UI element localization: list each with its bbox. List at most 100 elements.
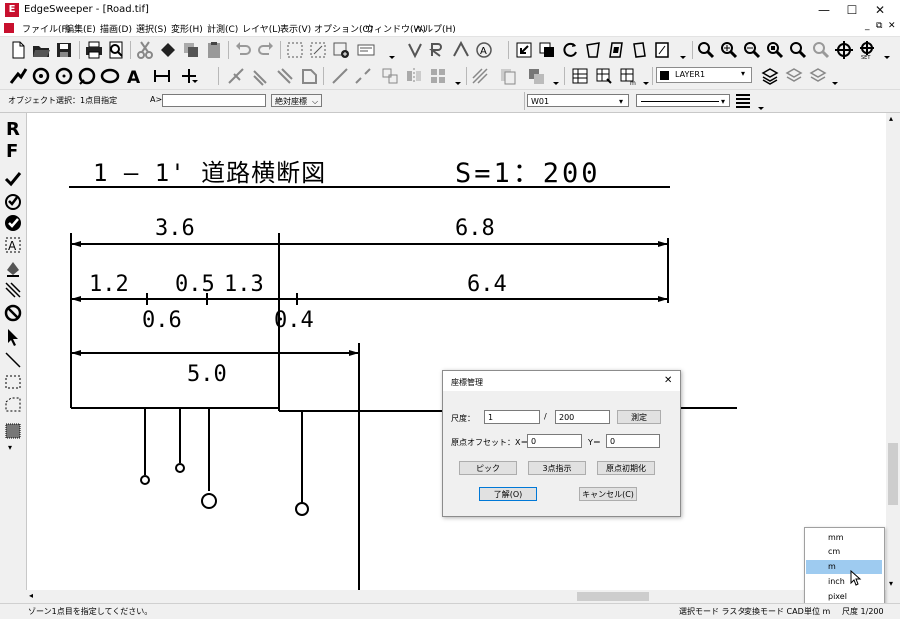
dialog-close-button[interactable]: ✕: [664, 375, 672, 386]
scroll-down-arrow-icon[interactable]: ▾: [889, 579, 893, 588]
hatch-select-icon[interactable]: [3, 280, 23, 300]
rect-select-icon[interactable]: [3, 372, 23, 392]
menu-select[interactable]: 選択(S): [136, 22, 167, 35]
offset-x-input[interactable]: 0: [527, 434, 582, 448]
dropdown-arrow-icon-7[interactable]: [826, 66, 846, 86]
menu-layer[interactable]: レイヤ(L): [242, 22, 281, 35]
zoom-window-icon[interactable]: [811, 40, 831, 60]
text-recognize-icon[interactable]: A: [474, 40, 494, 60]
pointer-icon[interactable]: [3, 327, 23, 347]
three-point-button[interactable]: 3点指示: [528, 461, 586, 475]
line-type-select[interactable]: ▾: [636, 94, 730, 107]
line-width-select[interactable]: W01 ▾: [527, 94, 629, 107]
vertical-scroll-thumb[interactable]: [888, 443, 898, 505]
properties-icon[interactable]: [356, 40, 376, 60]
scroll-up-arrow-icon[interactable]: ▴: [889, 114, 893, 123]
layer-off-icon[interactable]: [784, 66, 804, 86]
menu-help[interactable]: ヘルプ(H): [415, 22, 456, 35]
coord-mode-select[interactable]: 絶対座標 ⌵: [271, 94, 322, 107]
horizontal-scrollbar[interactable]: ◂: [27, 590, 886, 603]
check-icon[interactable]: [3, 169, 23, 189]
offset-icon[interactable]: [275, 66, 295, 86]
menu-measure[interactable]: 計測(C): [207, 22, 238, 35]
poly-select-icon[interactable]: [3, 395, 23, 415]
feature-mode-button[interactable]: F: [6, 141, 18, 162]
pick-button[interactable]: ピック: [459, 461, 517, 475]
hatch-icon[interactable]: [470, 66, 490, 86]
copy-icon[interactable]: [181, 40, 201, 60]
deskew-icon[interactable]: [629, 40, 649, 60]
paste-icon[interactable]: [204, 40, 224, 60]
circle-center-icon[interactable]: [31, 66, 51, 86]
zoom-fit-icon[interactable]: [765, 40, 785, 60]
corner-icon[interactable]: [299, 66, 319, 86]
zoom-icon[interactable]: [696, 40, 716, 60]
dropdown-arrow-icon-6[interactable]: [637, 66, 657, 86]
unit-option-m[interactable]: m: [806, 560, 882, 574]
vertex-tool-icon[interactable]: [405, 40, 425, 60]
redo-icon[interactable]: [256, 40, 276, 60]
array-icon[interactable]: [428, 66, 448, 86]
menu-view[interactable]: 表示(V): [280, 22, 311, 35]
rotate-icon[interactable]: [560, 40, 580, 60]
layer-table-icon[interactable]: [570, 66, 590, 86]
line-select-icon[interactable]: [3, 350, 23, 370]
print-preview-icon[interactable]: [106, 40, 126, 60]
layer-copy-icon[interactable]: [537, 40, 557, 60]
ok-button[interactable]: 了解(O): [479, 487, 537, 501]
polyline-icon[interactable]: [8, 66, 28, 86]
layer-stack-icon[interactable]: [498, 66, 518, 86]
scroll-left-arrow-icon[interactable]: ◂: [29, 591, 33, 600]
measure-button[interactable]: 測定: [617, 410, 661, 424]
page-icon[interactable]: [652, 40, 672, 60]
origin-reset-button[interactable]: 原点初期化: [597, 461, 655, 475]
layers-icon[interactable]: [760, 66, 780, 86]
vertical-scrollbar[interactable]: ▴ ▾: [886, 113, 900, 590]
menu-transform[interactable]: 変形(H): [171, 22, 203, 35]
doc-restore-button[interactable]: ⧉: [876, 21, 882, 31]
scale-numerator-input[interactable]: 1: [484, 410, 540, 424]
arc-tool-icon[interactable]: [451, 40, 471, 60]
unit-option-mm[interactable]: mm: [806, 531, 882, 545]
circle-3point-icon[interactable]: [54, 66, 74, 86]
scroll-down-icon[interactable]: ▾: [8, 443, 12, 452]
add-object-icon[interactable]: [331, 40, 351, 60]
check-badge-icon[interactable]: [3, 213, 23, 233]
cut-icon[interactable]: [135, 40, 155, 60]
eraser-icon[interactable]: [158, 40, 178, 60]
check-circle-icon[interactable]: [3, 191, 23, 211]
scale-denominator-input[interactable]: 200: [555, 410, 610, 424]
command-input[interactable]: [162, 94, 266, 107]
line-weight-icon[interactable]: [733, 91, 753, 111]
raster-edit-icon[interactable]: [428, 40, 448, 60]
menu-file[interactable]: ファイル(F): [22, 22, 70, 35]
set-origin-icon[interactable]: SET: [857, 40, 877, 61]
dropdown-arrow-icon-3[interactable]: [878, 40, 898, 60]
crosshair-icon[interactable]: [834, 40, 854, 60]
layer-select[interactable]: LAYER1 ▾: [656, 67, 752, 83]
horizontal-scroll-thumb[interactable]: [577, 592, 649, 601]
drawing-canvas[interactable]: 1 – 1' 道路横断図 S=1：200 3.6 6.8 1.2 0.5 1.3…: [27, 113, 886, 590]
select-all-icon[interactable]: [285, 40, 305, 60]
print-icon[interactable]: [84, 40, 104, 60]
line-icon[interactable]: [330, 66, 350, 86]
unit-option-cm[interactable]: cm: [806, 545, 882, 559]
unit-option-pixel[interactable]: pixel: [806, 590, 882, 604]
zoom-out-icon[interactable]: [742, 40, 762, 60]
select-window-icon[interactable]: [308, 40, 328, 60]
ellipse-icon[interactable]: [100, 66, 120, 86]
dimension-icon[interactable]: [152, 66, 172, 86]
zoom-in-icon[interactable]: [719, 40, 739, 60]
import-icon[interactable]: [514, 40, 534, 60]
doc-close-button[interactable]: ✕: [888, 21, 896, 31]
minimize-button[interactable]: —: [810, 2, 838, 18]
offset-y-input[interactable]: 0: [606, 434, 660, 448]
dropdown-arrow-icon-8[interactable]: [752, 91, 772, 111]
menu-edit[interactable]: 編集(E): [65, 22, 96, 35]
point-icon[interactable]: [179, 66, 199, 86]
undo-icon[interactable]: [233, 40, 253, 60]
dropdown-arrow-icon-2[interactable]: [674, 40, 694, 60]
cancel-button[interactable]: キャンセル(C): [579, 487, 637, 501]
layer-manager-icon[interactable]: [594, 66, 614, 86]
doc-icon[interactable]: [4, 23, 14, 33]
